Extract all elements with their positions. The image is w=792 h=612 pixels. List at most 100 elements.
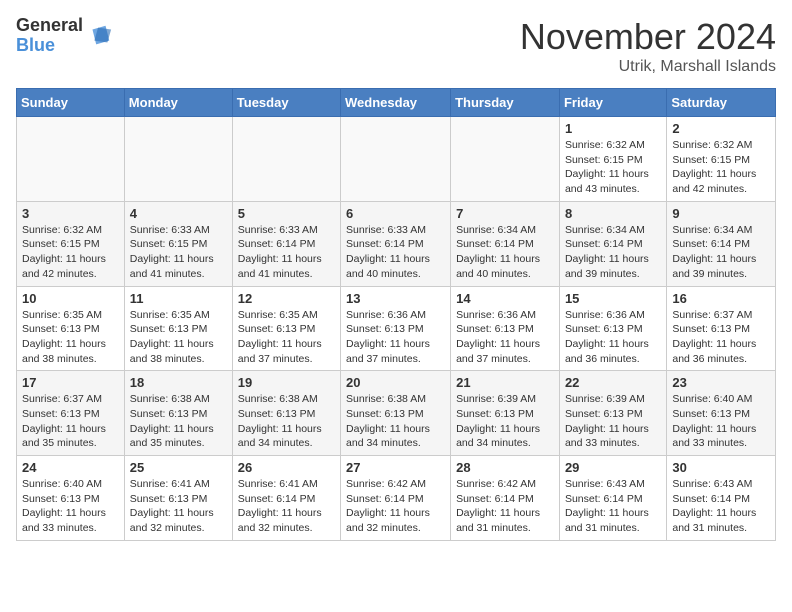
calendar-cell: 16 Sunrise: 6:37 AM Sunset: 6:13 PM Dayli… <box>667 286 776 371</box>
day-info: Sunrise: 6:32 AM Sunset: 6:15 PM Dayligh… <box>672 138 770 197</box>
day-number: 25 <box>130 460 227 475</box>
calendar-cell: 10Sunrise: 6:35 AM Sunset: 6:13 PM Dayli… <box>17 286 125 371</box>
calendar-cell: 11 Sunrise: 6:35 AM Sunset: 6:13 PM Dayli… <box>124 286 232 371</box>
calendar-cell: 13 Sunrise: 6:36 AM Sunset: 6:13 PM Dayli… <box>341 286 451 371</box>
day-info: Sunrise: 6:40 AM Sunset: 6:13 PM Dayligh… <box>22 477 119 536</box>
calendar-cell: 6 Sunrise: 6:33 AM Sunset: 6:14 PM Daylig… <box>341 201 451 286</box>
day-number: 2 <box>672 121 770 136</box>
day-number: 18 <box>130 375 227 390</box>
day-info: Sunrise: 6:34 AM Sunset: 6:14 PM Dayligh… <box>672 223 770 282</box>
calendar-cell: 15Sunrise: 6:36 AM Sunset: 6:13 PM Dayli… <box>559 286 666 371</box>
calendar-cell: 19Sunrise: 6:38 AM Sunset: 6:13 PM Dayli… <box>232 371 340 456</box>
day-info: Sunrise: 6:32 AM Sunset: 6:15 PM Dayligh… <box>22 223 119 282</box>
calendar-header-tuesday: Tuesday <box>232 89 340 117</box>
day-info: Sunrise: 6:37 AM Sunset: 6:13 PM Dayligh… <box>22 392 119 451</box>
day-info: Sunrise: 6:42 AM Sunset: 6:14 PM Dayligh… <box>346 477 445 536</box>
day-info: Sunrise: 6:37 AM Sunset: 6:13 PM Dayligh… <box>672 308 770 367</box>
logo-icon <box>85 22 113 50</box>
day-info: Sunrise: 6:33 AM Sunset: 6:14 PM Dayligh… <box>238 223 335 282</box>
calendar-cell: 26Sunrise: 6:41 AM Sunset: 6:14 PM Dayli… <box>232 456 340 541</box>
calendar-cell: 2 Sunrise: 6:32 AM Sunset: 6:15 PM Daylig… <box>667 117 776 202</box>
day-info: Sunrise: 6:39 AM Sunset: 6:13 PM Dayligh… <box>565 392 661 451</box>
day-info: Sunrise: 6:34 AM Sunset: 6:14 PM Dayligh… <box>565 223 661 282</box>
day-info: Sunrise: 6:32 AM Sunset: 6:15 PM Dayligh… <box>565 138 661 197</box>
calendar-cell: 18 Sunrise: 6:38 AM Sunset: 6:13 PM Dayli… <box>124 371 232 456</box>
day-info: Sunrise: 6:36 AM Sunset: 6:13 PM Dayligh… <box>456 308 554 367</box>
calendar-cell <box>451 117 560 202</box>
calendar-cell: 22Sunrise: 6:39 AM Sunset: 6:13 PM Dayli… <box>559 371 666 456</box>
calendar-week-row: 17 Sunrise: 6:37 AM Sunset: 6:13 PM Dayli… <box>17 371 776 456</box>
calendar-header-sunday: Sunday <box>17 89 125 117</box>
calendar-cell: 21 Sunrise: 6:39 AM Sunset: 6:13 PM Dayli… <box>451 371 560 456</box>
calendar-cell: 17 Sunrise: 6:37 AM Sunset: 6:13 PM Dayli… <box>17 371 125 456</box>
month-title: November 2024 <box>520 16 776 58</box>
day-number: 3 <box>22 206 119 221</box>
day-number: 8 <box>565 206 661 221</box>
calendar-cell <box>17 117 125 202</box>
calendar-week-row: 1Sunrise: 6:32 AM Sunset: 6:15 PM Daylig… <box>17 117 776 202</box>
day-number: 29 <box>565 460 661 475</box>
day-info: Sunrise: 6:39 AM Sunset: 6:13 PM Dayligh… <box>456 392 554 451</box>
day-number: 12 <box>238 291 335 306</box>
day-info: Sunrise: 6:35 AM Sunset: 6:13 PM Dayligh… <box>22 308 119 367</box>
calendar-cell: 25 Sunrise: 6:41 AM Sunset: 6:13 PM Dayli… <box>124 456 232 541</box>
calendar-cell <box>341 117 451 202</box>
day-info: Sunrise: 6:33 AM Sunset: 6:15 PM Dayligh… <box>130 223 227 282</box>
calendar-header-row: SundayMondayTuesdayWednesdayThursdayFrid… <box>17 89 776 117</box>
day-number: 17 <box>22 375 119 390</box>
calendar-cell: 1Sunrise: 6:32 AM Sunset: 6:15 PM Daylig… <box>559 117 666 202</box>
day-number: 11 <box>130 291 227 306</box>
day-number: 30 <box>672 460 770 475</box>
day-info: Sunrise: 6:43 AM Sunset: 6:14 PM Dayligh… <box>565 477 661 536</box>
day-info: Sunrise: 6:33 AM Sunset: 6:14 PM Dayligh… <box>346 223 445 282</box>
day-number: 4 <box>130 206 227 221</box>
calendar-header-wednesday: Wednesday <box>341 89 451 117</box>
calendar-cell: 12 Sunrise: 6:35 AM Sunset: 6:13 PM Dayli… <box>232 286 340 371</box>
day-number: 5 <box>238 206 335 221</box>
calendar-cell: 27 Sunrise: 6:42 AM Sunset: 6:14 PM Dayli… <box>341 456 451 541</box>
logo-general-text: General <box>16 16 83 36</box>
day-number: 9 <box>672 206 770 221</box>
title-block: November 2024 Utrik, Marshall Islands <box>520 16 776 76</box>
day-number: 15 <box>565 291 661 306</box>
day-number: 21 <box>456 375 554 390</box>
day-info: Sunrise: 6:38 AM Sunset: 6:13 PM Dayligh… <box>130 392 227 451</box>
calendar-week-row: 10Sunrise: 6:35 AM Sunset: 6:13 PM Dayli… <box>17 286 776 371</box>
location: Utrik, Marshall Islands <box>520 58 776 76</box>
day-info: Sunrise: 6:42 AM Sunset: 6:14 PM Dayligh… <box>456 477 554 536</box>
day-number: 27 <box>346 460 445 475</box>
logo-blue-text: Blue <box>16 36 83 56</box>
day-info: Sunrise: 6:35 AM Sunset: 6:13 PM Dayligh… <box>238 308 335 367</box>
day-number: 16 <box>672 291 770 306</box>
day-info: Sunrise: 6:38 AM Sunset: 6:13 PM Dayligh… <box>238 392 335 451</box>
calendar-table: SundayMondayTuesdayWednesdayThursdayFrid… <box>16 88 776 541</box>
calendar-cell: 5 Sunrise: 6:33 AM Sunset: 6:14 PM Daylig… <box>232 201 340 286</box>
day-info: Sunrise: 6:36 AM Sunset: 6:13 PM Dayligh… <box>346 308 445 367</box>
calendar-cell: 3 Sunrise: 6:32 AM Sunset: 6:15 PM Daylig… <box>17 201 125 286</box>
day-info: Sunrise: 6:35 AM Sunset: 6:13 PM Dayligh… <box>130 308 227 367</box>
calendar-cell: 7Sunrise: 6:34 AM Sunset: 6:14 PM Daylig… <box>451 201 560 286</box>
day-info: Sunrise: 6:40 AM Sunset: 6:13 PM Dayligh… <box>672 392 770 451</box>
calendar-cell <box>232 117 340 202</box>
day-number: 26 <box>238 460 335 475</box>
calendar-cell: 9 Sunrise: 6:34 AM Sunset: 6:14 PM Daylig… <box>667 201 776 286</box>
calendar-header-friday: Friday <box>559 89 666 117</box>
day-number: 23 <box>672 375 770 390</box>
day-number: 24 <box>22 460 119 475</box>
calendar-header-thursday: Thursday <box>451 89 560 117</box>
calendar-cell <box>124 117 232 202</box>
calendar-cell: 20 Sunrise: 6:38 AM Sunset: 6:13 PM Dayli… <box>341 371 451 456</box>
day-info: Sunrise: 6:41 AM Sunset: 6:13 PM Dayligh… <box>130 477 227 536</box>
logo: General Blue <box>16 16 113 56</box>
day-number: 6 <box>346 206 445 221</box>
calendar-cell: 30 Sunrise: 6:43 AM Sunset: 6:14 PM Dayli… <box>667 456 776 541</box>
day-number: 7 <box>456 206 554 221</box>
calendar-cell: 14Sunrise: 6:36 AM Sunset: 6:13 PM Dayli… <box>451 286 560 371</box>
calendar-cell: 8 Sunrise: 6:34 AM Sunset: 6:14 PM Daylig… <box>559 201 666 286</box>
calendar-cell: 28Sunrise: 6:42 AM Sunset: 6:14 PM Dayli… <box>451 456 560 541</box>
calendar-cell: 4 Sunrise: 6:33 AM Sunset: 6:15 PM Daylig… <box>124 201 232 286</box>
day-info: Sunrise: 6:38 AM Sunset: 6:13 PM Dayligh… <box>346 392 445 451</box>
day-number: 13 <box>346 291 445 306</box>
day-info: Sunrise: 6:43 AM Sunset: 6:14 PM Dayligh… <box>672 477 770 536</box>
day-number: 20 <box>346 375 445 390</box>
